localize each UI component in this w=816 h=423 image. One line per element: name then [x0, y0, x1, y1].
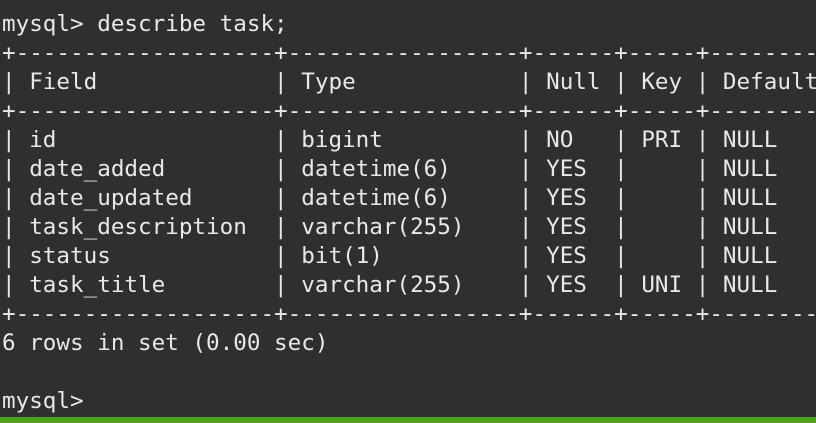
- terminal-window[interactable]: mysql> describe task; +------------------…: [0, 0, 816, 423]
- table-border-bottom: +-------------------+-----------------+-…: [2, 301, 816, 327]
- table-border-header: +-------------------+-----------------+-…: [2, 98, 816, 124]
- table-row: | task_title | varchar(255) | YES | UNI …: [2, 272, 816, 298]
- terminal-output: mysql> describe task; +------------------…: [2, 10, 816, 416]
- command-line: mysql> describe task;: [2, 11, 288, 37]
- prompt-text: mysql>: [2, 388, 84, 414]
- table-border-top: +-------------------+-----------------+-…: [2, 40, 816, 66]
- table-row: | date_updated | datetime(6) | YES | | N…: [2, 185, 816, 211]
- result-summary: 6 rows in set (0.00 sec): [2, 330, 329, 356]
- table-row: | date_added | datetime(6) | YES | | NUL…: [2, 156, 816, 182]
- table-row: | status | bit(1) | YES | | NULL |: [2, 243, 816, 269]
- status-strip: [0, 417, 816, 423]
- table-row: | id | bigint | NO | PRI | NULL |: [2, 127, 816, 153]
- table-row: | task_description | varchar(255) | YES …: [2, 214, 816, 240]
- table-header-row: | Field | Type | Null | Key | Default |: [2, 69, 816, 95]
- mysql-prompt[interactable]: mysql>: [2, 387, 816, 416]
